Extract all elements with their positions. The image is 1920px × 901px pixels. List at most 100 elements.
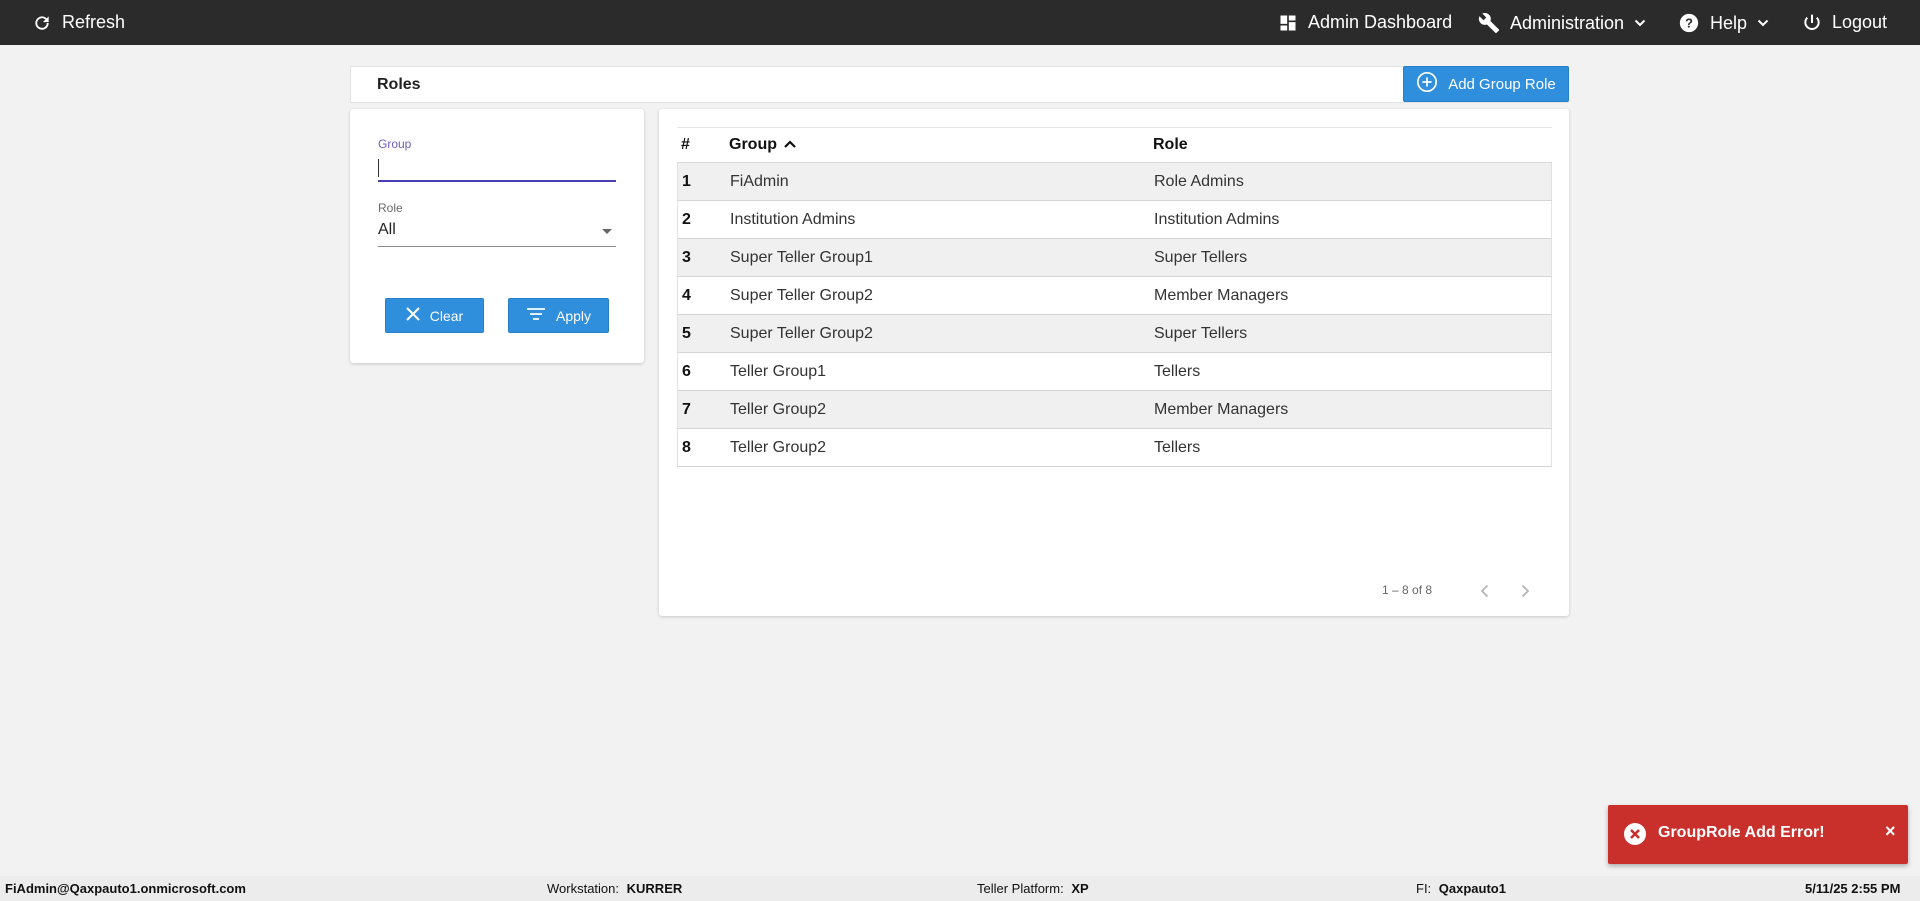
power-icon [1802,13,1822,33]
row-group: Super Teller Group2 [730,324,873,342]
roles-table-card: # Group Role 1 FiAdmin Role Admins 2 Ins… [659,109,1569,616]
toast-close-button[interactable]: × [1885,821,1896,842]
clear-button[interactable]: Clear [385,298,484,333]
chevron-right-icon [1521,584,1530,598]
table-row[interactable]: 8 Teller Group2 Tellers [677,429,1552,467]
dropdown-arrow-icon [602,229,612,234]
header-role[interactable]: Role [1153,136,1552,154]
row-role: Tellers [1154,362,1201,380]
add-group-role-label: Add Group Role [1448,75,1556,93]
role-select-value: All [378,221,396,238]
workstation-value: KURRER [626,881,683,896]
admin-dashboard-label: Admin Dashboard [1308,12,1453,32]
status-teller-platform: Teller Platform: XP [977,881,1089,896]
clear-label: Clear [429,307,464,324]
paginator: 1 – 8 of 8 [659,581,1569,601]
fi-value: Qaxpauto1 [1438,881,1506,896]
chevron-left-icon [1480,584,1489,598]
logout-label: Logout [1832,12,1888,32]
row-group: FiAdmin [730,172,789,190]
row-num: 8 [682,438,691,456]
row-role: Super Tellers [1154,248,1248,266]
row-num: 2 [682,210,691,228]
error-toast: GroupRole Add Error! × [1608,805,1908,864]
row-role: Member Managers [1154,400,1289,418]
svg-text:?: ? [1685,16,1693,31]
table-row[interactable]: 7 Teller Group2 Member Managers [677,391,1552,429]
filter-panel: Group Role All Clear Apply [350,109,644,363]
status-datetime: 5/11/25 2:55 PM [1805,881,1901,896]
platform-label: Teller Platform: [977,881,1064,896]
row-group: Super Teller Group2 [730,286,873,304]
row-num: 1 [682,172,691,190]
table-header-row: # Group Role [677,128,1552,163]
row-role: Institution Admins [1154,210,1280,228]
filter-icon [526,307,546,324]
sort-ascending-icon [783,136,797,154]
refresh-button[interactable]: Refresh [32,12,125,33]
header-group[interactable]: Group [729,136,1153,154]
role-field-label: Role [378,201,403,215]
wrench-icon [1478,12,1500,34]
row-role: Super Tellers [1154,324,1248,342]
toast-message: GroupRole Add Error! [1658,824,1825,841]
next-page-button[interactable] [1515,581,1535,606]
fi-label: FI: [1416,881,1432,896]
role-select[interactable]: All [378,219,616,247]
row-role: Tellers [1154,438,1201,456]
chevron-down-icon [1634,17,1646,29]
admin-dashboard-link[interactable]: Admin Dashboard [1278,12,1452,33]
pagination-range: 1 – 8 of 8 [1382,583,1433,597]
header-num: # [681,136,690,153]
row-group: Teller Group2 [730,438,827,456]
row-group: Teller Group2 [730,400,827,418]
refresh-icon [32,13,52,33]
row-num: 4 [682,286,691,304]
status-fi: FI: Qaxpauto1 [1416,881,1506,896]
table-row[interactable]: 1 FiAdmin Role Admins [677,163,1552,201]
previous-page-button[interactable] [1475,581,1495,606]
row-group: Institution Admins [730,210,856,228]
status-workstation: Workstation: KURRER [547,881,682,896]
table-row[interactable]: 3 Super Teller Group1 Super Tellers [677,239,1552,277]
row-role: Role Admins [1154,172,1244,190]
roles-table: # Group Role 1 FiAdmin Role Admins 2 Ins… [677,127,1552,467]
help-label: Help [1710,12,1748,33]
row-num: 3 [682,248,691,266]
table-row[interactable]: 2 Institution Admins Institution Admins [677,201,1552,239]
logout-button[interactable]: Logout [1802,12,1887,33]
platform-value: XP [1071,881,1089,896]
group-input[interactable] [378,154,616,182]
page-title-bar: Roles [350,66,1569,103]
top-navigation-bar: Refresh Admin Dashboard Administration ?… [0,0,1920,45]
administration-menu[interactable]: Administration [1478,12,1646,34]
error-icon [1623,822,1647,851]
row-num: 5 [682,324,691,342]
close-icon [406,307,420,324]
table-row[interactable]: 4 Super Teller Group2 Member Managers [677,277,1552,315]
refresh-label: Refresh [62,12,126,32]
add-group-role-button[interactable]: Add Group Role [1403,66,1569,102]
text-caret [378,159,379,177]
apply-label: Apply [555,307,592,324]
table-row[interactable]: 6 Teller Group1 Tellers [677,353,1552,391]
add-circle-icon [1416,71,1438,97]
page-title: Roles [377,75,421,93]
dashboard-icon [1278,13,1298,33]
status-user: FiAdmin@Qaxpauto1.onmicrosoft.com [5,881,246,896]
chevron-down-icon [1757,17,1769,29]
status-bar: FiAdmin@Qaxpauto1.onmicrosoft.com Workst… [0,876,1920,901]
help-menu[interactable]: ? Help [1678,12,1769,34]
workstation-label: Workstation: [547,881,620,896]
table-row[interactable]: 5 Super Teller Group2 Super Tellers [677,315,1552,353]
row-num: 7 [682,400,691,418]
row-group: Teller Group1 [730,362,827,380]
group-field-label: Group [378,137,412,151]
row-num: 6 [682,362,691,380]
apply-button[interactable]: Apply [508,298,609,333]
help-icon: ? [1678,12,1700,34]
administration-label: Administration [1510,12,1625,33]
row-group: Super Teller Group1 [730,248,873,266]
row-role: Member Managers [1154,286,1289,304]
header-group-label: Group [729,136,777,154]
